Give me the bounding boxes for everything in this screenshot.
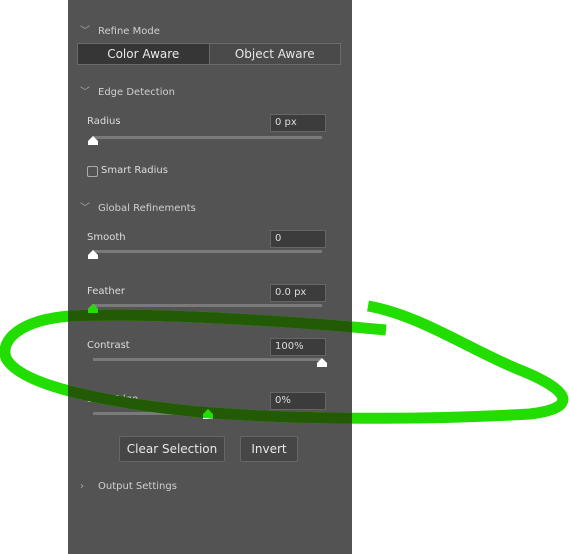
highlighted-thumbs <box>88 304 213 418</box>
annotation-circle <box>0 300 569 424</box>
